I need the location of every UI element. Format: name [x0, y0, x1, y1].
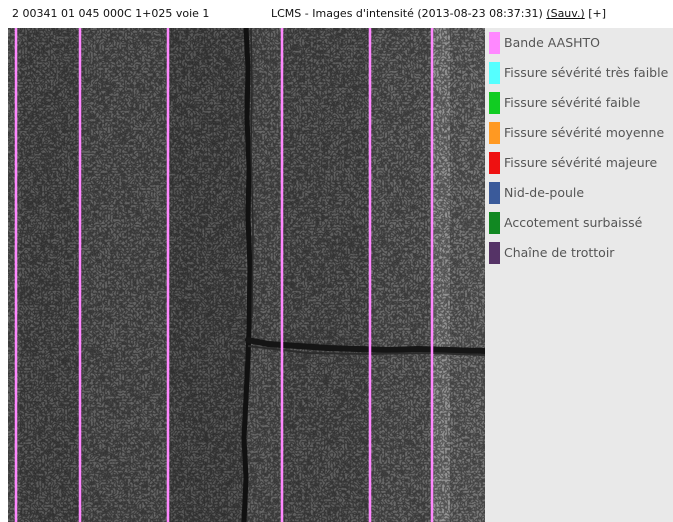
intensity-image-viewer[interactable]: [8, 28, 485, 522]
legend-label: Chaîne de trottoir: [504, 245, 615, 260]
legend-label: Accotement surbaissé: [504, 215, 643, 230]
legend-label: Fissure sévérité très faible: [504, 65, 669, 80]
legend-label: Nid-de-poule: [504, 185, 585, 200]
legend-item-bande-aashto[interactable]: Bande AASHTO: [485, 28, 673, 58]
save-link[interactable]: (Sauv.): [546, 7, 584, 20]
legend-label: Fissure sévérité faible: [504, 95, 641, 110]
legend-label: Fissure sévérité majeure: [504, 155, 658, 170]
expand-button[interactable]: [+]: [588, 7, 606, 20]
legend-item-fissure-moyenne[interactable]: Fissure sévérité moyenne: [485, 118, 673, 148]
legend-swatch: [489, 92, 500, 114]
legend-panel: Bande AASHTO Fissure sévérité très faibl…: [485, 28, 673, 522]
legend-item-fissure-faible[interactable]: Fissure sévérité faible: [485, 88, 673, 118]
legend-label: Fissure sévérité moyenne: [504, 125, 665, 140]
legend-swatch: [489, 152, 500, 174]
legend-item-fissure-tres-faible[interactable]: Fissure sévérité très faible: [485, 58, 673, 88]
legend-item-fissure-majeure[interactable]: Fissure sévérité majeure: [485, 148, 673, 178]
legend-swatch: [489, 212, 500, 234]
viewer-header: 2 00341 01 045 000C 1+025 voie 1 LCMS - …: [0, 0, 673, 28]
legend-item-chaine-de-trottoir[interactable]: Chaîne de trottoir: [485, 238, 673, 268]
route-identifier: 2 00341 01 045 000C 1+025 voie 1: [12, 7, 210, 20]
pavement-image: [8, 28, 485, 522]
legend-swatch: [489, 242, 500, 264]
legend-swatch: [489, 122, 500, 144]
legend-item-nid-de-poule[interactable]: Nid-de-poule: [485, 178, 673, 208]
viewer-title: LCMS - Images d'intensité (2013-08-23 08…: [271, 0, 606, 28]
image-title: LCMS - Images d'intensité (2013-08-23 08…: [271, 7, 543, 20]
legend-swatch: [489, 32, 500, 54]
legend-label: Bande AASHTO: [504, 35, 601, 50]
legend-swatch: [489, 62, 500, 84]
legend-item-accotement-surbaisse[interactable]: Accotement surbaissé: [485, 208, 673, 238]
legend-swatch: [489, 182, 500, 204]
